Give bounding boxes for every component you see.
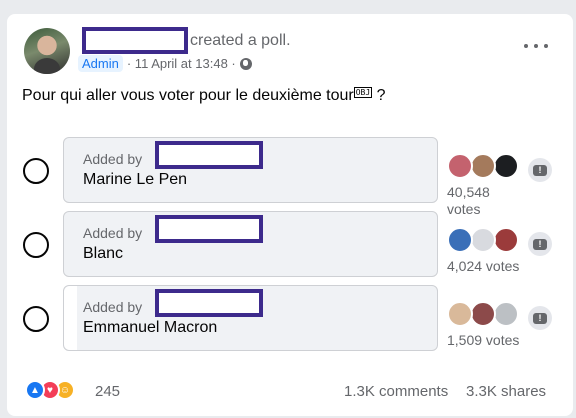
post-timestamp[interactable]: · 11 April at 13:48 · bbox=[127, 56, 236, 71]
poll-option: Added by Marine Le Pen 40,548 votes ! bbox=[7, 137, 573, 217]
redacted-author-name bbox=[82, 27, 188, 54]
poll-option: Added by Emmanuel Macron 1,509 votes ! bbox=[7, 285, 573, 351]
poll-option-label: Blanc bbox=[83, 245, 124, 262]
vote-count: 1,509 votes bbox=[447, 332, 520, 348]
voter-avatar bbox=[470, 227, 496, 253]
poll-option-radio[interactable] bbox=[23, 306, 49, 332]
poll-option-radio[interactable] bbox=[23, 158, 49, 184]
poll-question: Pour qui aller vous voter pour le deuxiè… bbox=[22, 87, 386, 105]
poll-option: Added by Blanc 4,024 votes ! bbox=[7, 211, 573, 277]
voter-avatars[interactable] bbox=[447, 153, 527, 179]
object-replacement-glyph: OBJ bbox=[353, 87, 373, 98]
report-option-button[interactable]: ! bbox=[528, 232, 552, 256]
redacted-added-by-name bbox=[155, 215, 263, 243]
poll-option-label: Marine Le Pen bbox=[83, 171, 188, 188]
more-icon bbox=[524, 44, 528, 48]
poll-option-label: Emmanuel Macron bbox=[83, 319, 218, 336]
more-options-button[interactable] bbox=[524, 39, 548, 53]
voter-avatar bbox=[493, 227, 519, 253]
vote-count: 4,024 votes bbox=[447, 258, 520, 274]
voter-avatar bbox=[493, 301, 519, 327]
post-meta: Admin · 11 April at 13:48 · bbox=[78, 55, 252, 72]
poll-option-box[interactable]: Added by Marine Le Pen bbox=[63, 137, 438, 203]
report-option-button[interactable]: ! bbox=[528, 158, 552, 182]
globe-icon bbox=[239, 57, 252, 70]
voter-avatars[interactable] bbox=[447, 301, 527, 327]
like-icon: ▲ bbox=[25, 380, 45, 400]
shares-count-link[interactable]: 3.3K shares bbox=[466, 383, 546, 400]
flag-icon: ! bbox=[533, 312, 547, 324]
post-action-text: created a poll. bbox=[190, 32, 291, 49]
redacted-added-by-name bbox=[155, 141, 263, 169]
poll-question-suffix: ? bbox=[372, 87, 386, 104]
report-option-button[interactable]: ! bbox=[528, 306, 552, 330]
reaction-count[interactable]: 245 bbox=[95, 383, 120, 400]
voter-avatar bbox=[447, 301, 473, 327]
voter-avatars[interactable] bbox=[447, 227, 527, 253]
poll-option-box[interactable]: Added by Emmanuel Macron bbox=[63, 285, 438, 351]
added-by-text: Added by bbox=[83, 299, 143, 315]
poll-option-box[interactable]: Added by Blanc bbox=[63, 211, 438, 277]
comments-count-link[interactable]: 1.3K comments bbox=[344, 383, 448, 400]
poll-question-text: Pour qui aller vous voter pour le deuxiè… bbox=[22, 87, 354, 104]
author-avatar[interactable] bbox=[24, 28, 70, 74]
voter-avatar bbox=[493, 153, 519, 179]
poll-post-card: created a poll. Admin · 11 April at 13:4… bbox=[7, 14, 573, 416]
reaction-icons[interactable]: ▲ ♥ ☺ bbox=[25, 380, 95, 400]
added-by-text: Added by bbox=[83, 225, 143, 241]
redacted-added-by-name bbox=[155, 289, 263, 317]
voter-avatar bbox=[470, 301, 496, 327]
voter-avatar bbox=[447, 153, 473, 179]
poll-option-radio[interactable] bbox=[23, 232, 49, 258]
voter-avatar bbox=[470, 153, 496, 179]
voter-avatar bbox=[447, 227, 473, 253]
flag-icon: ! bbox=[533, 238, 547, 250]
flag-icon: ! bbox=[533, 164, 547, 176]
admin-badge[interactable]: Admin bbox=[78, 55, 123, 72]
added-by-text: Added by bbox=[83, 151, 143, 167]
